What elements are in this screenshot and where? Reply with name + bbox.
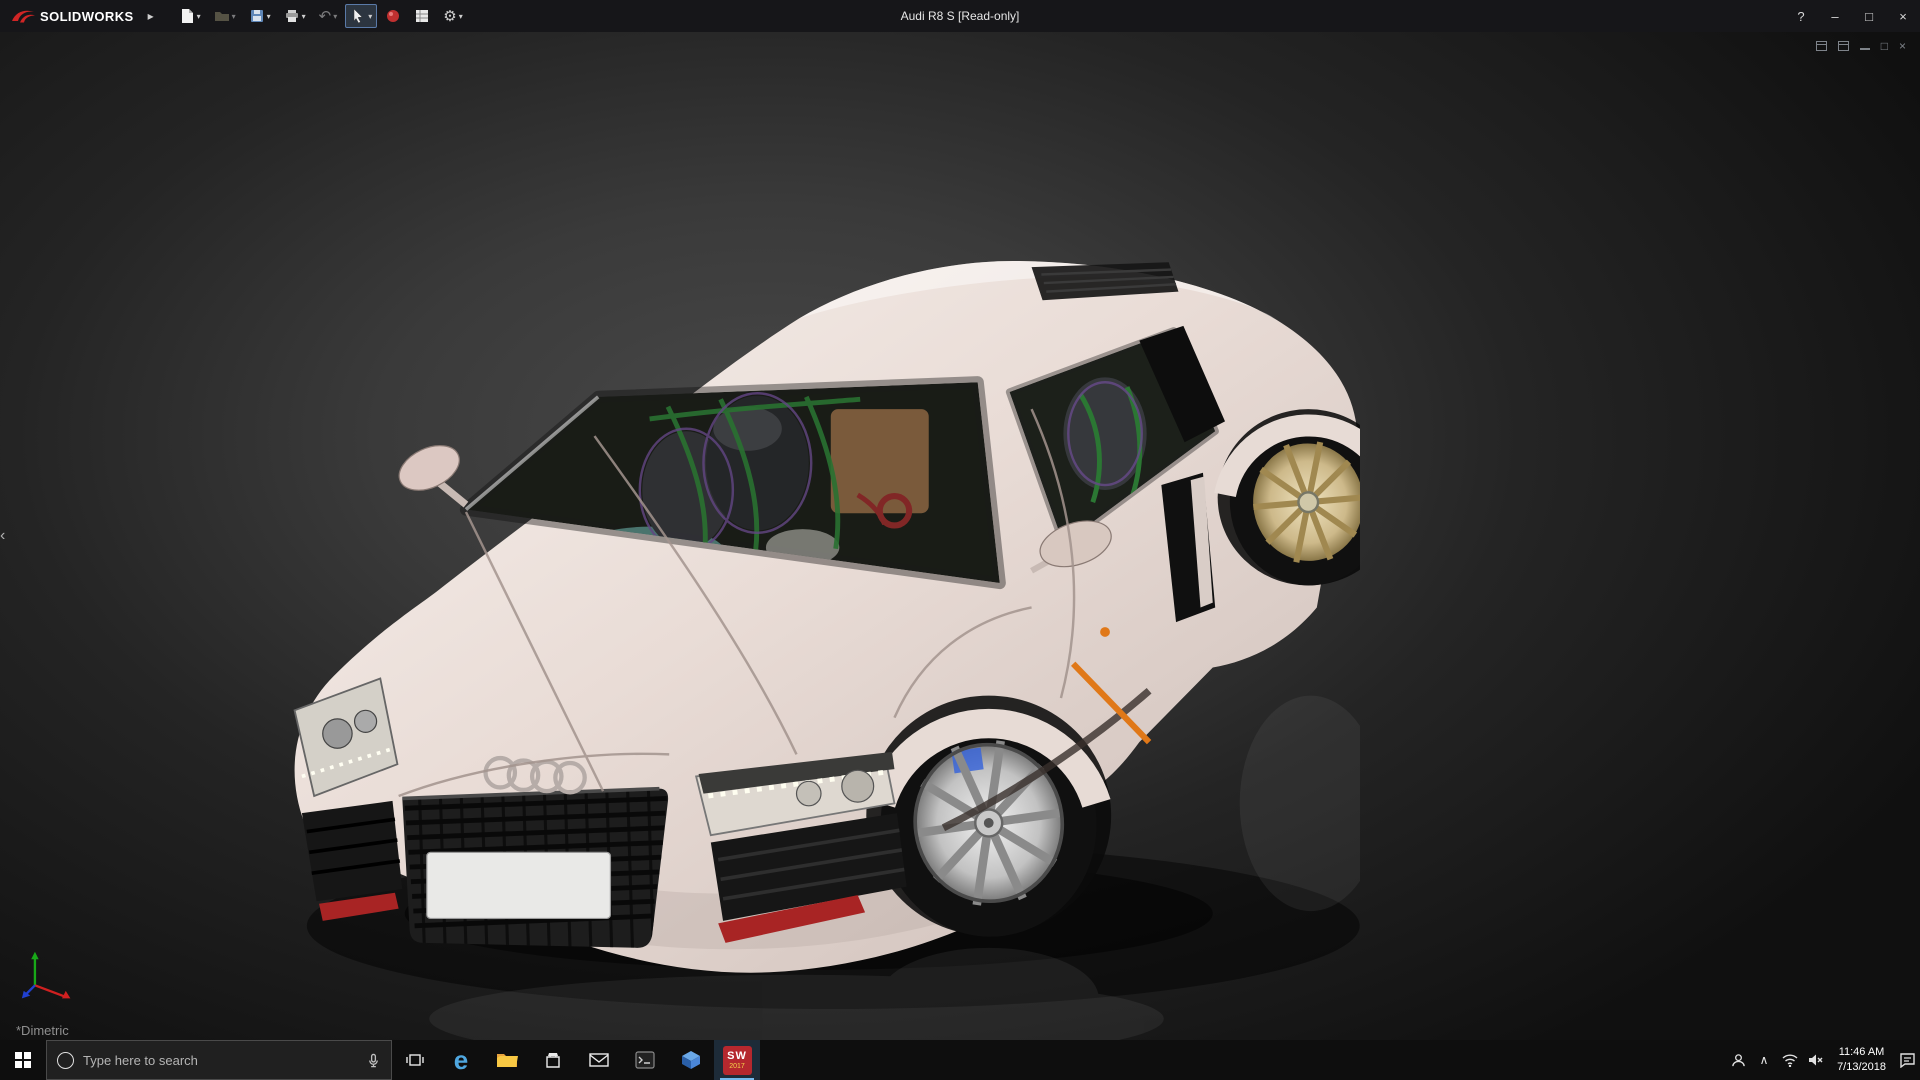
select-cursor-icon xyxy=(350,8,366,24)
print-button[interactable]: ▾ xyxy=(279,4,311,28)
dropdown-arrow-icon[interactable]: ▾ xyxy=(302,12,306,21)
taskbar-clock[interactable]: 11:46 AM 7/13/2018 xyxy=(1829,1045,1894,1075)
orientation-triad xyxy=(20,948,76,1004)
menu-expand-arrow[interactable]: ▸ xyxy=(140,9,162,23)
windows-logo-icon xyxy=(15,1052,31,1068)
clock-date: 7/13/2018 xyxy=(1837,1060,1886,1075)
brand-name: SOLIDWORKS xyxy=(40,9,134,24)
blue-cube-icon xyxy=(681,1050,701,1070)
dropdown-arrow-icon[interactable]: ▾ xyxy=(333,12,337,21)
edge-icon: e xyxy=(454,1047,468,1073)
open-folder-icon xyxy=(214,8,230,24)
new-window-icon[interactable] xyxy=(1816,41,1827,51)
search-input[interactable] xyxy=(83,1053,357,1068)
taskbar-file-explorer-button[interactable] xyxy=(484,1040,530,1080)
dropdown-arrow-icon[interactable]: ▾ xyxy=(232,12,236,21)
solidworks-2017-icon: SW 2017 xyxy=(723,1046,752,1075)
window-title: Audi R8 S [Read-only] xyxy=(901,9,1020,23)
taskbar-store-button[interactable] xyxy=(530,1040,576,1080)
graphics-viewport[interactable]: □ × ‹ xyxy=(0,32,1920,1040)
microphone-icon[interactable] xyxy=(366,1053,381,1068)
car-model-audi-r8[interactable] xyxy=(282,250,1360,1040)
save-button[interactable]: ▾ xyxy=(244,4,276,28)
save-floppy-icon xyxy=(249,8,265,24)
dropdown-arrow-icon[interactable]: ▾ xyxy=(459,12,463,21)
orange-accent-dot xyxy=(1100,627,1110,637)
minimize-button[interactable]: – xyxy=(1818,0,1852,32)
maximize-button[interactable]: □ xyxy=(1852,0,1886,32)
license-plate xyxy=(427,852,611,918)
new-document-icon xyxy=(179,8,195,24)
drawing-sheet-button[interactable] xyxy=(409,4,435,28)
undo-icon: ↶ xyxy=(319,9,332,24)
appearance-ball-icon xyxy=(385,8,401,24)
print-icon xyxy=(284,8,300,24)
volume-muted-icon[interactable] xyxy=(1803,1040,1829,1080)
system-tray: ∧ 11:46 AM 7/13/2018 xyxy=(1725,1040,1920,1080)
mail-envelope-icon xyxy=(589,1052,609,1068)
store-bag-icon xyxy=(544,1051,562,1069)
cortana-circle-icon xyxy=(57,1052,74,1069)
network-wifi-icon[interactable] xyxy=(1777,1040,1803,1080)
taskbar-search[interactable] xyxy=(46,1040,392,1080)
view-orientation-label: *Dimetric xyxy=(16,1023,69,1038)
tray-chevron-up-icon[interactable]: ∧ xyxy=(1751,1040,1777,1080)
edit-appearance-button[interactable] xyxy=(380,4,406,28)
sheet-grid-icon xyxy=(414,8,430,24)
app-titlebar: SOLIDWORKS ▸ ▾ ▾ ▾ xyxy=(0,0,1920,32)
taskbar-edrawings-button[interactable] xyxy=(668,1040,714,1080)
file-explorer-icon xyxy=(496,1051,518,1069)
options-button[interactable]: ⚙ ▾ xyxy=(438,4,467,28)
taskbar-dark-app-button[interactable] xyxy=(622,1040,668,1080)
undo-button[interactable]: ↶ ▾ xyxy=(314,4,343,28)
solidworks-logo: SOLIDWORKS xyxy=(0,8,140,24)
close-button[interactable]: × xyxy=(1886,0,1920,32)
clock-time: 11:46 AM xyxy=(1837,1045,1886,1060)
quick-access-toolbar: ▾ ▾ ▾ ▾ ↶ ▾ xyxy=(174,4,468,28)
windows-taskbar: e SW 20 xyxy=(0,1040,1920,1080)
new-document-button[interactable]: ▾ xyxy=(174,4,206,28)
task-view-icon xyxy=(406,1051,424,1069)
open-button[interactable]: ▾ xyxy=(209,4,241,28)
document-close-button[interactable]: × xyxy=(1899,39,1906,53)
left-bumper-intake xyxy=(302,801,402,901)
document-restore-button[interactable]: □ xyxy=(1881,39,1888,53)
select-button[interactable]: ▾ xyxy=(345,4,377,28)
taskbar-mail-button[interactable] xyxy=(576,1040,622,1080)
dropdown-arrow-icon[interactable]: ▾ xyxy=(368,12,372,21)
start-button[interactable] xyxy=(0,1040,46,1080)
ds-swoosh-icon xyxy=(10,8,36,24)
front-grille[interactable] xyxy=(402,789,668,948)
left-side-mirror xyxy=(392,437,466,505)
help-button[interactable]: ? xyxy=(1784,0,1818,32)
document-window-controls: □ × xyxy=(1816,39,1906,53)
action-center-icon[interactable] xyxy=(1894,1040,1920,1080)
people-icon[interactable] xyxy=(1725,1040,1751,1080)
tile-window-icon[interactable] xyxy=(1838,41,1849,51)
dropdown-arrow-icon[interactable]: ▾ xyxy=(197,12,201,21)
dark-window-app-icon xyxy=(635,1051,655,1069)
window-controls: ? – □ × xyxy=(1784,0,1920,32)
taskbar-edge-button[interactable]: e xyxy=(438,1040,484,1080)
document-minimize-button[interactable] xyxy=(1860,42,1870,50)
gear-icon: ⚙ xyxy=(443,9,456,24)
task-view-button[interactable] xyxy=(392,1040,438,1080)
taskbar-solidworks-2017-button[interactable]: SW 2017 xyxy=(714,1040,760,1080)
dropdown-arrow-icon[interactable]: ▾ xyxy=(267,12,271,21)
feature-panel-collapse-icon[interactable]: ‹ xyxy=(0,528,5,544)
